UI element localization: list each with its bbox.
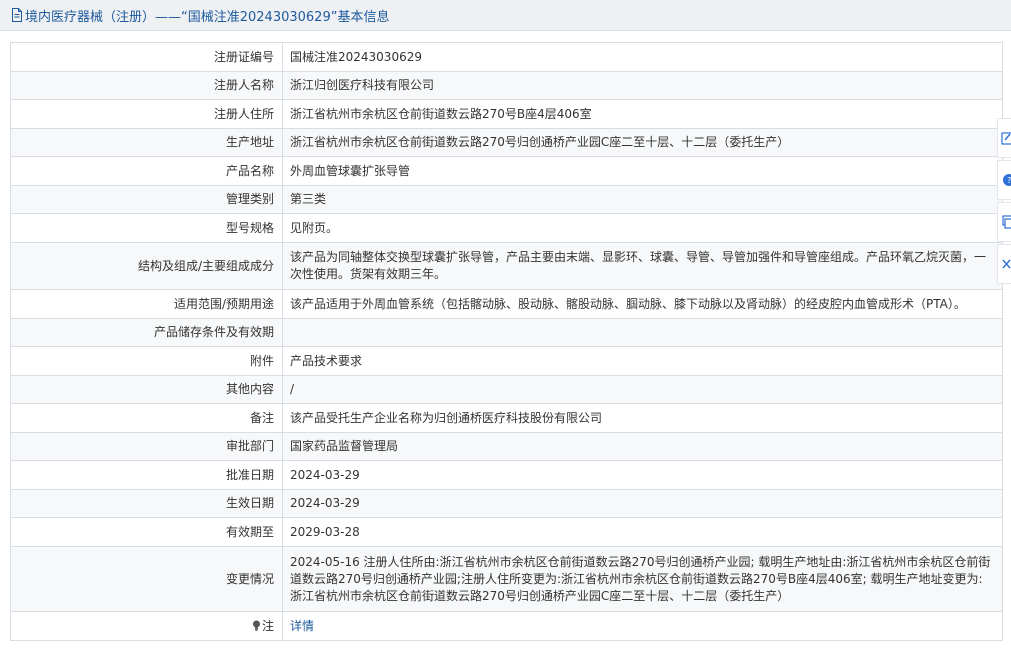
row-value: 浙江省杭州市余杭区仓前街道数云路270号B座4层406室 bbox=[282, 99, 1003, 129]
row-value: 国家药品监督管理局 bbox=[282, 432, 1003, 461]
note-value-cell: 详情 bbox=[282, 611, 1003, 641]
row-label: 生效日期 bbox=[10, 489, 283, 518]
table-row: 审批部门 国家药品监督管理局 bbox=[10, 432, 1003, 461]
table-row: 型号规格 见附页。 bbox=[10, 213, 1003, 243]
table-row: 生效日期 2024-03-29 bbox=[10, 489, 1003, 518]
row-value: 见附页。 bbox=[282, 213, 1003, 243]
row-value: 浙江省杭州市余杭区仓前街道数云路270号归创通桥产业园C座二至十层、十二层（委托… bbox=[282, 128, 1003, 157]
table-row: 有效期至 2029-03-28 bbox=[10, 517, 1003, 547]
table-row: 注册人名称 浙江归创医疗科技有限公司 bbox=[10, 71, 1003, 100]
row-label: 变更情况 bbox=[10, 546, 283, 612]
row-label: 附件 bbox=[10, 346, 283, 376]
row-value: 2029-03-28 bbox=[282, 517, 1003, 547]
help-icon: ? bbox=[1003, 174, 1011, 186]
row-value: 2024-03-29 bbox=[282, 489, 1003, 518]
table-row: 管理类别 第三类 bbox=[10, 185, 1003, 214]
table-row: 生产地址 浙江省杭州市余杭区仓前街道数云路270号归创通桥产业园C座二至十层、十… bbox=[10, 128, 1003, 157]
row-value: / bbox=[282, 375, 1003, 404]
table-row: 附件 产品技术要求 bbox=[10, 346, 1003, 376]
table-row: 注册证编号 国械注准20243030629 bbox=[10, 42, 1003, 72]
row-label: 结构及组成/主要组成成分 bbox=[10, 242, 283, 290]
side-tool-edit[interactable] bbox=[997, 118, 1011, 158]
row-label: 备注 bbox=[10, 403, 283, 433]
row-label: 产品储存条件及有效期 bbox=[10, 318, 283, 347]
edit-icon bbox=[1001, 132, 1011, 145]
table-row: 结构及组成/主要组成成分 该产品为同轴整体交换型球囊扩张导管，产品主要由末端、显… bbox=[10, 242, 1003, 290]
row-label: 型号规格 bbox=[10, 213, 283, 243]
row-label: 注册证编号 bbox=[10, 42, 283, 72]
row-value: 该产品适用于外周血管系统（包括髂动脉、股动脉、髂股动脉、腘动脉、膝下动脉以及肾动… bbox=[282, 289, 1003, 319]
table-row-note: 注 详情 bbox=[10, 611, 1003, 641]
row-label: 批准日期 bbox=[10, 460, 283, 490]
side-toolbar: ? bbox=[997, 118, 1011, 286]
row-value: 浙江归创医疗科技有限公司 bbox=[282, 71, 1003, 100]
row-label: 生产地址 bbox=[10, 128, 283, 157]
row-value: 第三类 bbox=[282, 185, 1003, 214]
row-value: 2024-05-16 注册人住所由:浙江省杭州市余杭区仓前街道数云路270号归创… bbox=[282, 546, 1003, 612]
table-row: 产品储存条件及有效期 bbox=[10, 318, 1003, 347]
close-icon bbox=[1002, 259, 1011, 269]
row-value: 外周血管球囊扩张导管 bbox=[282, 156, 1003, 186]
page-title: 境内医疗器械（注册）——“国械注准20243030629”基本信息 bbox=[25, 9, 390, 25]
row-label: 有效期至 bbox=[10, 517, 283, 547]
side-tool-copy[interactable] bbox=[997, 202, 1011, 242]
row-value: 产品技术要求 bbox=[282, 346, 1003, 376]
table-row: 其他内容 / bbox=[10, 375, 1003, 404]
note-label-cell: 注 bbox=[10, 611, 283, 641]
page-header: 境内医疗器械（注册）——“国械注准20243030629”基本信息 bbox=[0, 0, 1011, 31]
row-label: 其他内容 bbox=[10, 375, 283, 404]
row-label: 注册人住所 bbox=[10, 99, 283, 129]
side-tool-close[interactable] bbox=[997, 244, 1011, 284]
copy-icon bbox=[1002, 215, 1011, 229]
table-row: 变更情况 2024-05-16 注册人住所由:浙江省杭州市余杭区仓前街道数云路2… bbox=[10, 546, 1003, 612]
row-value: 2024-03-29 bbox=[282, 460, 1003, 490]
lightbulb-icon bbox=[252, 620, 260, 631]
side-tool-help[interactable]: ? bbox=[997, 160, 1011, 200]
details-link[interactable]: 详情 bbox=[290, 619, 314, 633]
row-label: 管理类别 bbox=[10, 185, 283, 214]
row-value: 国械注准20243030629 bbox=[282, 42, 1003, 72]
table-row: 注册人住所 浙江省杭州市余杭区仓前街道数云路270号B座4层406室 bbox=[10, 99, 1003, 129]
registration-info-table: 注册证编号 国械注准20243030629 注册人名称 浙江归创医疗科技有限公司… bbox=[10, 42, 1003, 641]
table-row: 备注 该产品受托生产企业名称为归创通桥医疗科技股份有限公司 bbox=[10, 403, 1003, 433]
row-value: 该产品为同轴整体交换型球囊扩张导管，产品主要由末端、显影环、球囊、导管、导管加强… bbox=[282, 242, 1003, 290]
svg-text:?: ? bbox=[1007, 176, 1011, 185]
table-row: 产品名称 外周血管球囊扩张导管 bbox=[10, 156, 1003, 186]
row-label: 适用范围/预期用途 bbox=[10, 289, 283, 319]
table-row: 适用范围/预期用途 该产品适用于外周血管系统（包括髂动脉、股动脉、髂股动脉、腘动… bbox=[10, 289, 1003, 319]
table-row: 批准日期 2024-03-29 bbox=[10, 460, 1003, 490]
row-value bbox=[282, 318, 1003, 347]
row-label: 审批部门 bbox=[10, 432, 283, 461]
row-label: 注册人名称 bbox=[10, 71, 283, 100]
row-value: 该产品受托生产企业名称为归创通桥医疗科技股份有限公司 bbox=[282, 403, 1003, 433]
document-icon bbox=[12, 8, 22, 22]
note-label: 注 bbox=[261, 618, 274, 633]
row-label: 产品名称 bbox=[10, 156, 283, 186]
